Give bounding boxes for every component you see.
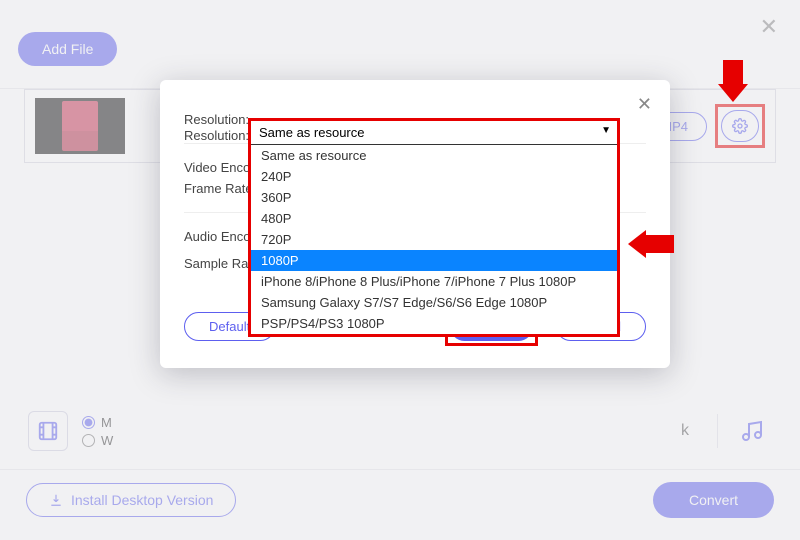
annotation-arrow-left xyxy=(628,230,674,258)
resolution-option[interactable]: iPhone 8/iPhone 8 Plus/iPhone 7/iPhone 7… xyxy=(251,271,617,292)
resolution-option[interactable]: Same as resource xyxy=(251,145,617,166)
resolution-option[interactable]: 360P xyxy=(251,187,617,208)
annotation-box: Same as resource ▼ Same as resource240P3… xyxy=(248,118,620,337)
resolution-option-list: Same as resource240P360P480P720P1080PiPh… xyxy=(251,145,617,334)
resolution-dropdown: Same as resource ▼ Same as resource240P3… xyxy=(248,118,620,337)
resolution-selected-value: Same as resource xyxy=(259,125,365,140)
resolution-select[interactable]: Same as resource ▼ xyxy=(251,121,617,145)
chevron-down-icon: ▼ xyxy=(601,125,611,136)
resolution-label-visible: Resolution: xyxy=(184,128,249,143)
resolution-option[interactable]: 240P xyxy=(251,166,617,187)
resolution-option[interactable]: 720P xyxy=(251,229,617,250)
annotation-arrow-down xyxy=(718,60,748,102)
modal-close-icon[interactable]: ✕ xyxy=(637,94,652,115)
resolution-option[interactable]: PSP/PS4/PS3 1080P xyxy=(251,313,617,334)
resolution-option[interactable]: 480P xyxy=(251,208,617,229)
resolution-option[interactable]: Samsung Galaxy S7/S7 Edge/S6/S6 Edge 108… xyxy=(251,292,617,313)
resolution-option[interactable]: 1080P xyxy=(251,250,617,271)
